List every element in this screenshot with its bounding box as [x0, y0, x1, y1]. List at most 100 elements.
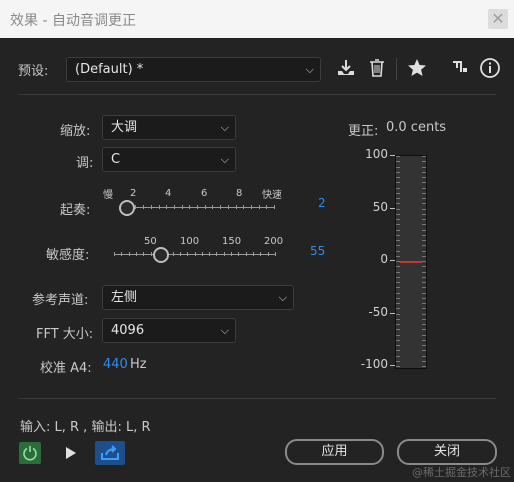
meter-minor-tick [396, 156, 400, 157]
meter-minor-tick [396, 340, 400, 341]
attack-tick-8: 8 [236, 188, 243, 199]
correction-meter [395, 155, 427, 369]
meter-scale-label: 0 [380, 252, 388, 266]
star-icon[interactable] [405, 58, 429, 80]
meter-minor-tick [396, 361, 400, 362]
slider-tick [224, 252, 225, 256]
meter-correction-marker [400, 261, 422, 263]
meter-minor-tick [396, 240, 400, 241]
slider-tick [166, 205, 167, 209]
export-icon [101, 445, 119, 460]
slider-tick [151, 205, 152, 209]
sensitivity-label: 敏感度: [46, 248, 90, 263]
apply-button[interactable]: 应用 [285, 439, 384, 465]
info-icon[interactable] [478, 57, 502, 81]
slider-tick [114, 252, 115, 256]
meter-scale-label: 50 [372, 200, 388, 214]
slider-tick [275, 252, 276, 256]
meter-minor-tick [422, 245, 426, 246]
preset-dropdown[interactable]: (Default) * ⌵ [66, 57, 321, 82]
meter-scale-label: 100 [365, 147, 388, 161]
trash-icon[interactable] [366, 58, 388, 80]
chevron-down-icon: ⌵ [305, 63, 314, 76]
attack-tick-6: 6 [201, 188, 208, 199]
meter-minor-tick [396, 198, 400, 199]
slider-tick [189, 205, 190, 209]
meter-minor-tick [422, 261, 426, 262]
attack-label: 起奏: [60, 203, 91, 218]
meter-minor-tick [396, 356, 400, 357]
meter-minor-tick [396, 314, 400, 315]
slider-tick [246, 252, 247, 256]
meter-minor-tick [422, 314, 426, 315]
close-icon[interactable]: ✕ [488, 9, 508, 29]
correction-value: 0.0 cents [386, 120, 447, 135]
attack-slider-thumb[interactable] [119, 200, 135, 216]
routing-icon[interactable] [449, 58, 471, 80]
meter-minor-tick [396, 345, 400, 346]
slider-tick [216, 252, 217, 256]
power-button[interactable] [19, 442, 41, 464]
slider-tick [159, 205, 160, 209]
fft-size-dropdown[interactable]: 4096 ⌵ [102, 318, 236, 343]
meter-minor-tick [396, 235, 400, 236]
close-button[interactable]: 关闭 [397, 439, 497, 465]
sensitivity-value[interactable]: 55 [310, 244, 325, 258]
fft-size-value: 4096 [111, 323, 145, 338]
attack-value[interactable]: 2 [318, 196, 326, 210]
power-icon [23, 446, 37, 461]
meter-minor-tick [396, 329, 400, 330]
meter-minor-tick [422, 182, 426, 183]
toolbar-divider [396, 58, 397, 80]
reference-channel-dropdown[interactable]: 左侧 ⌵ [102, 285, 294, 310]
preview-export-button[interactable] [95, 441, 125, 465]
meter-minor-tick [396, 350, 400, 351]
slider-tick [253, 252, 254, 256]
meter-minor-tick [396, 366, 400, 367]
meter-minor-tick [396, 256, 400, 257]
meter-minor-tick [422, 266, 426, 267]
meter-minor-tick [396, 214, 400, 215]
slider-tick [236, 205, 237, 209]
slider-tick [209, 252, 210, 256]
meter-minor-tick [422, 188, 426, 189]
attack-tick-4: 4 [165, 188, 172, 199]
meter-minor-tick [422, 366, 426, 367]
meter-minor-tick [422, 277, 426, 278]
meter-minor-tick [422, 230, 426, 231]
reference-channel-value: 左侧 [111, 290, 138, 305]
key-label: 调: [76, 156, 94, 171]
io-routing-text: 输入: L, R , 输出: L, R [20, 420, 151, 435]
scale-dropdown[interactable]: 大调 ⌵ [102, 115, 236, 140]
header-divider [18, 94, 496, 95]
meter-minor-tick [422, 167, 426, 168]
meter-minor-tick [396, 277, 400, 278]
meter-minor-tick [422, 282, 426, 283]
meter-minor-tick [396, 319, 400, 320]
slider-tick [231, 252, 232, 256]
scale-value: 大调 [111, 120, 138, 135]
sensitivity-tick-200: 200 [264, 236, 284, 247]
slider-tick [182, 205, 183, 209]
meter-minor-tick [396, 188, 400, 189]
slider-tick [136, 252, 137, 256]
meter-minor-tick [396, 209, 400, 210]
calibration-value[interactable]: 440 [103, 357, 128, 372]
meter-minor-tick [422, 324, 426, 325]
window-title: 效果 - 自动音调更正 [10, 13, 136, 29]
meter-minor-tick [422, 156, 426, 157]
download-preset-icon[interactable] [334, 58, 358, 80]
slider-tick [228, 205, 229, 209]
play-icon[interactable] [62, 444, 80, 462]
meter-minor-tick [396, 308, 400, 309]
slider-tick [197, 205, 198, 209]
meter-minor-tick [396, 324, 400, 325]
attack-slider-ticks [120, 205, 275, 210]
slider-tick [268, 252, 269, 256]
sensitivity-slider-thumb[interactable] [153, 247, 170, 263]
slider-tick [195, 252, 196, 256]
key-dropdown[interactable]: C ⌵ [102, 147, 236, 172]
sensitivity-tick-50: 50 [144, 236, 157, 247]
slider-tick [266, 205, 267, 209]
meter-minor-tick [422, 319, 426, 320]
